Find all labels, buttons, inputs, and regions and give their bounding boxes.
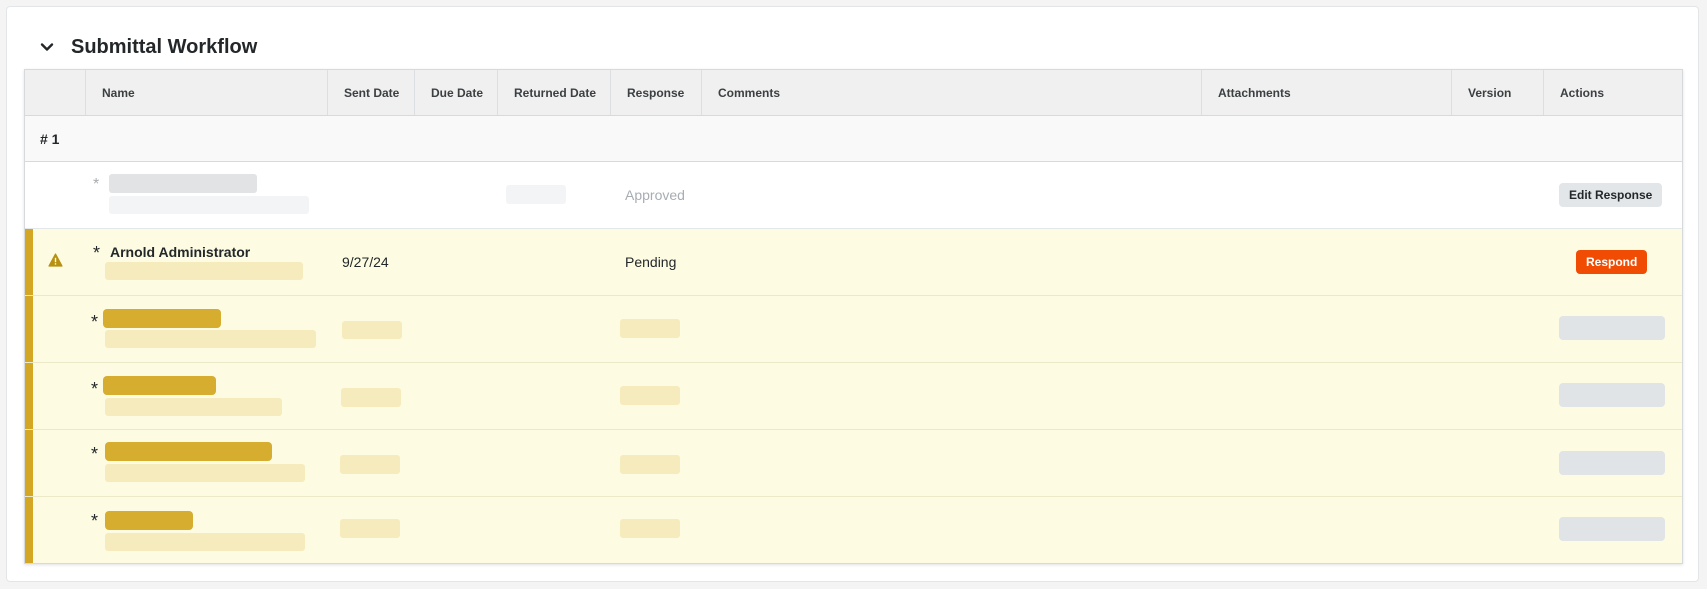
subtitle-placeholder [105,330,316,348]
subtitle-placeholder [105,464,305,482]
action-placeholder [1559,451,1665,475]
column-header-response[interactable]: Response [610,70,701,115]
response-placeholder [620,386,680,405]
table-row: * Arnold Administrator 9/27/24 Pending R… [25,229,1682,296]
response-placeholder [620,455,680,474]
name-placeholder [103,309,221,328]
column-header-status [25,70,85,115]
date-placeholder [340,519,400,538]
warning-icon [48,253,63,267]
action-placeholder [1559,383,1665,407]
column-header-sent-date[interactable]: Sent Date [327,70,414,115]
action-placeholder [1559,316,1665,340]
current-step-indicator [25,497,33,563]
table-row: * [25,296,1682,363]
table-header: Name Sent Date Due Date Returned Date Re… [25,70,1682,116]
response-text: Approved [625,187,685,203]
table-row: * [25,430,1682,497]
required-marker: * [91,379,99,399]
column-header-attachments[interactable]: Attachments [1201,70,1451,115]
required-marker: * [91,312,99,332]
date-placeholder [506,185,566,204]
group-label: # 1 [40,130,60,147]
required-marker: * [93,243,101,263]
collapse-button[interactable] [29,29,65,65]
chevron-down-icon [40,43,54,51]
column-header-due-date[interactable]: Due Date [414,70,497,115]
date-placeholder [341,388,401,407]
current-step-indicator [25,430,33,496]
approver-name: Arnold Administrator [110,244,251,260]
response-placeholder [620,519,680,538]
edit-response-button[interactable]: Edit Response [1559,183,1663,207]
date-placeholder [342,321,402,339]
section-title: Submittal Workflow [71,35,258,58]
column-header-version[interactable]: Version [1451,70,1543,115]
column-header-returned-date[interactable]: Returned Date [497,70,610,115]
column-header-actions: Actions [1543,70,1682,115]
response-placeholder [620,319,680,338]
name-placeholder [103,376,216,395]
current-step-indicator [25,363,33,429]
respond-button[interactable]: Respond [1576,250,1648,274]
subtitle-placeholder [105,398,282,416]
column-header-comments[interactable]: Comments [701,70,1201,115]
group-row: # 1 [25,116,1682,162]
name-placeholder [105,511,193,530]
table-row: * [25,363,1682,430]
table-row: * Approved Edit Response [25,162,1682,229]
table-row: * [25,497,1682,563]
workflow-table: Name Sent Date Due Date Returned Date Re… [24,69,1683,564]
name-placeholder [105,442,272,461]
current-step-indicator [25,296,33,362]
subtitle-placeholder [105,262,303,280]
column-header-name[interactable]: Name [85,70,327,115]
sent-date: 9/27/24 [342,254,389,270]
required-marker: * [91,511,99,531]
action-placeholder [1559,517,1665,541]
name-placeholder [109,174,257,193]
response-text: Pending [625,254,677,270]
subtitle-placeholder [109,196,309,214]
current-step-indicator [25,229,33,295]
required-marker: * [91,444,99,464]
date-placeholder [340,455,400,474]
subtitle-placeholder [105,533,305,551]
section-header: Submittal Workflow [29,29,257,65]
required-marker: * [93,176,100,193]
